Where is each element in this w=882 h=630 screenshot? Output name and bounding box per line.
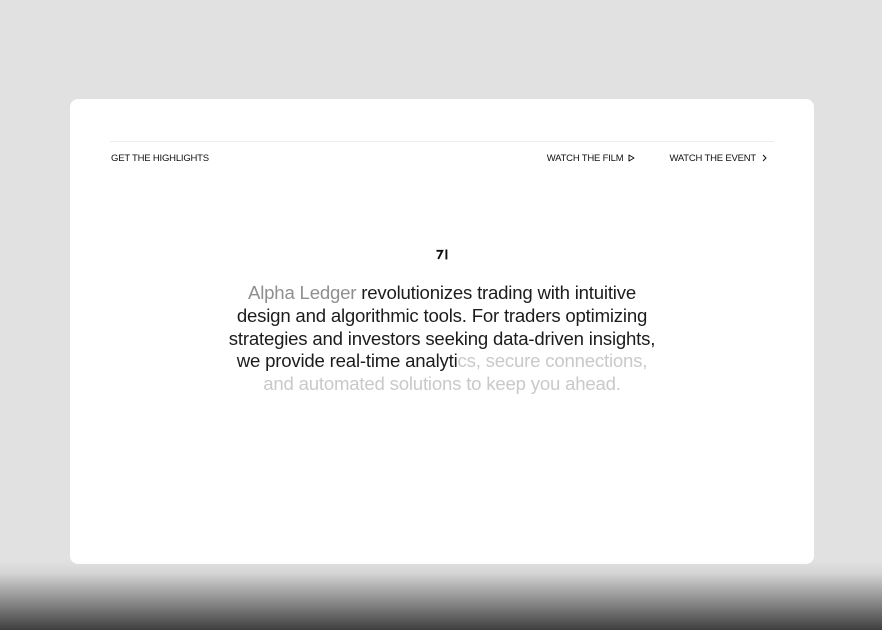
watch-film-label: WATCH THE FILM (546, 152, 624, 164)
top-divider (110, 141, 774, 142)
get-highlights-link[interactable]: GET THE HIGHLIGHTS (111, 153, 209, 164)
play-outline-icon (628, 154, 635, 162)
brand-name: Alpha Ledger (248, 282, 357, 303)
watch-event-label: WATCH THE EVENT (669, 152, 756, 164)
alpha-ledger-logo-icon (436, 249, 448, 260)
watch-event-link[interactable]: WATCH THE EVENT (669, 153, 768, 164)
chevron-right-icon (762, 154, 767, 162)
top-nav: GET THE HIGHLIGHTS WATCH THE FILM WATCH … (111, 151, 768, 165)
content-card: GET THE HIGHLIGHTS WATCH THE FILM WATCH … (70, 99, 814, 564)
hero-statement: Alpha Ledger revolutionizes trading with… (222, 282, 662, 396)
watch-film-link[interactable]: WATCH THE FILM (547, 153, 636, 164)
bottom-shadow (0, 560, 882, 630)
get-highlights-label: GET THE HIGHLIGHTS (111, 152, 209, 164)
